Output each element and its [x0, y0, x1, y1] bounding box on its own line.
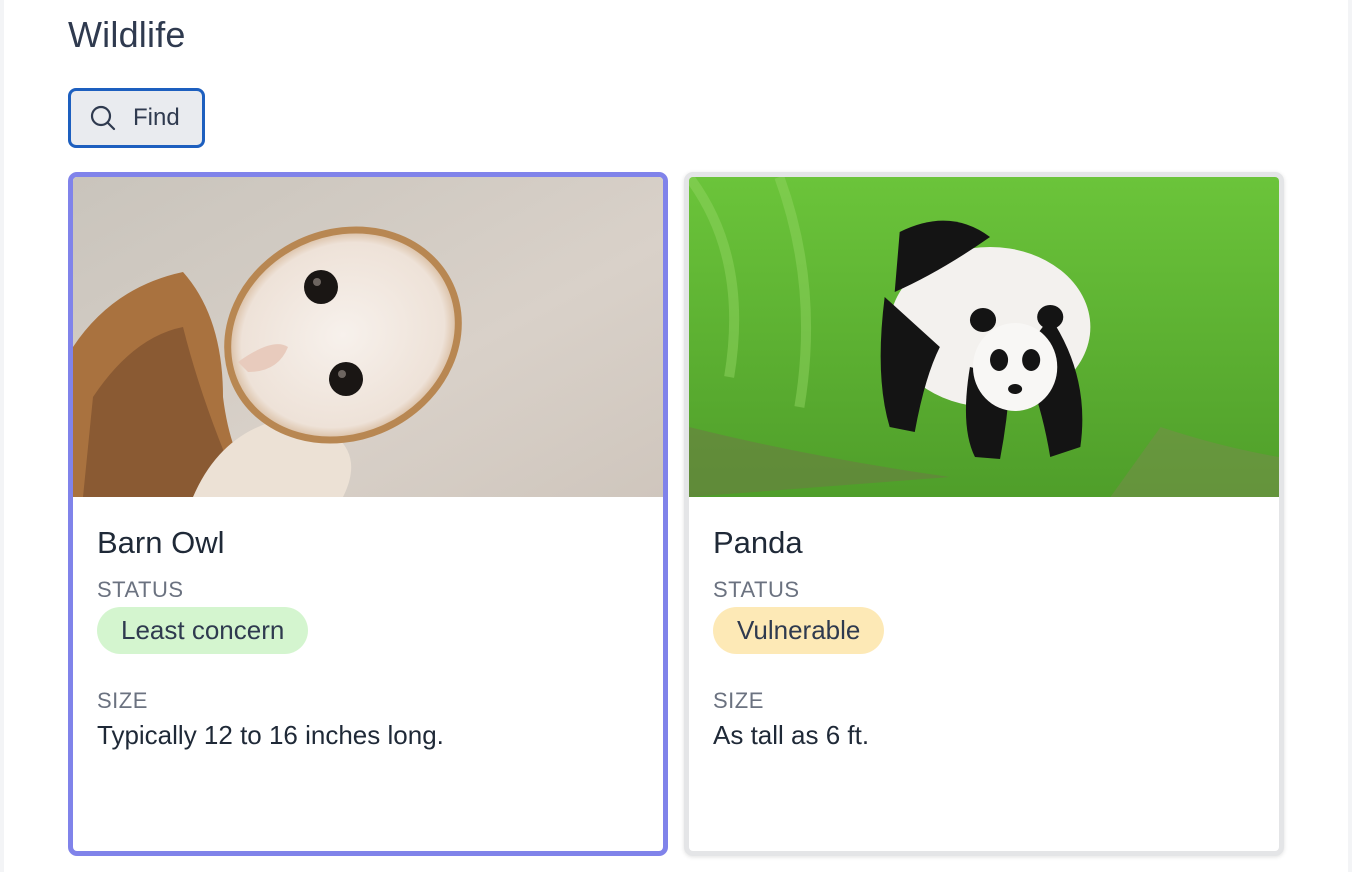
- size-value: As tall as 6 ft.: [713, 720, 870, 750]
- card-title: Panda: [713, 525, 803, 560]
- status-badge: Vulnerable: [713, 607, 885, 654]
- animal-card-panda[interactable]: Panda STATUS Vulnerable SIZE As tall as …: [684, 172, 1284, 856]
- search-icon: [89, 104, 117, 132]
- status-label: STATUS: [97, 577, 184, 602]
- find-button-label: Find: [133, 104, 180, 131]
- barn-owl-image: [73, 177, 663, 497]
- card-title: Barn Owl: [97, 525, 225, 560]
- find-button[interactable]: Find: [68, 88, 205, 148]
- page-title: Wildlife: [68, 14, 186, 55]
- animal-card-barn-owl[interactable]: Barn Owl STATUS Least concern SIZE Typic…: [68, 172, 668, 856]
- status-badge: Least concern: [97, 607, 309, 654]
- size-label: SIZE: [713, 688, 764, 713]
- panda-image: [689, 177, 1279, 497]
- size-value: Typically 12 to 16 inches long.: [97, 720, 444, 750]
- status-label: STATUS: [713, 577, 800, 602]
- page: Wildlife Find Barn Owl STATUS Least conc…: [4, 0, 1348, 872]
- size-label: SIZE: [97, 688, 148, 713]
